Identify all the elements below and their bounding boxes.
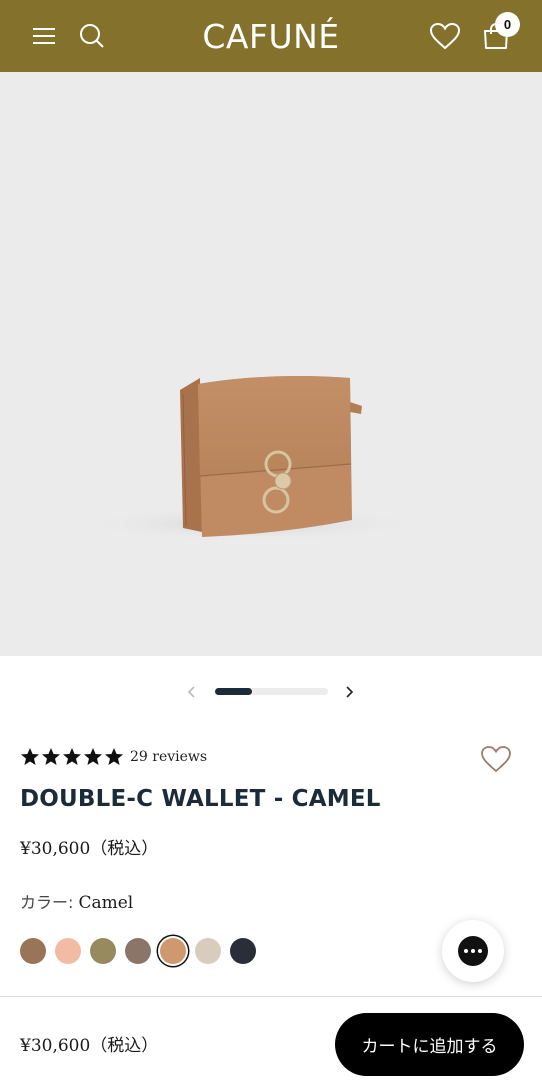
previous-image-button[interactable] <box>180 680 204 704</box>
chat-icon <box>458 936 488 966</box>
color-swatch-beige[interactable] <box>195 938 221 964</box>
menu-icon <box>33 28 55 44</box>
color-swatch-peach[interactable] <box>55 938 81 964</box>
cart-count-badge: 0 <box>495 12 520 37</box>
star-icon <box>84 748 102 765</box>
star-icon <box>42 748 60 765</box>
product-price: ¥30,600（税込） <box>20 839 159 859</box>
add-to-wishlist-button[interactable] <box>476 740 516 778</box>
color-swatch-brown[interactable] <box>20 938 46 964</box>
wishlist-button[interactable] <box>426 0 464 72</box>
search-button[interactable] <box>74 0 110 72</box>
color-swatch-navy[interactable] <box>230 938 256 964</box>
wallet-image <box>80 376 420 542</box>
color-swatch-taupe[interactable] <box>125 938 151 964</box>
color-swatch-camel[interactable] <box>160 938 186 964</box>
chevron-left-icon <box>187 686 195 698</box>
color-swatches <box>20 938 256 964</box>
heart-icon <box>481 746 511 773</box>
chevron-right-icon <box>346 686 354 698</box>
star-rating <box>20 747 124 767</box>
color-swatch-olive[interactable] <box>90 938 116 964</box>
menu-button[interactable] <box>26 0 62 72</box>
next-image-button[interactable] <box>337 680 361 704</box>
reviews-link[interactable]: 29 reviews <box>130 749 207 765</box>
star-icon <box>105 748 123 765</box>
gallery-progress-bar <box>215 688 328 695</box>
add-to-cart-button[interactable]: カートに追加する <box>335 1013 524 1076</box>
heart-icon <box>429 22 461 50</box>
chat-button[interactable] <box>442 920 504 982</box>
star-icon <box>63 748 81 765</box>
gallery-progress-fill <box>215 688 253 695</box>
color-selector-label: カラー: Camel <box>20 889 133 913</box>
gallery-navigation <box>0 670 542 714</box>
product-image[interactable] <box>0 72 542 656</box>
color-value: Camel <box>78 893 134 913</box>
sticky-add-to-cart-bar: ¥30,600（税込） カートに追加する <box>0 996 542 1081</box>
site-header: CAFUNÉ 0 <box>0 0 542 72</box>
search-icon <box>80 24 104 48</box>
product-rating: 29 reviews <box>20 744 207 770</box>
product-title: DOUBLE-C WALLET - CAMEL <box>20 786 381 812</box>
bottom-price: ¥30,600（税込） <box>20 1036 159 1056</box>
color-label: カラー: <box>20 893 79 912</box>
star-icon <box>21 748 39 765</box>
